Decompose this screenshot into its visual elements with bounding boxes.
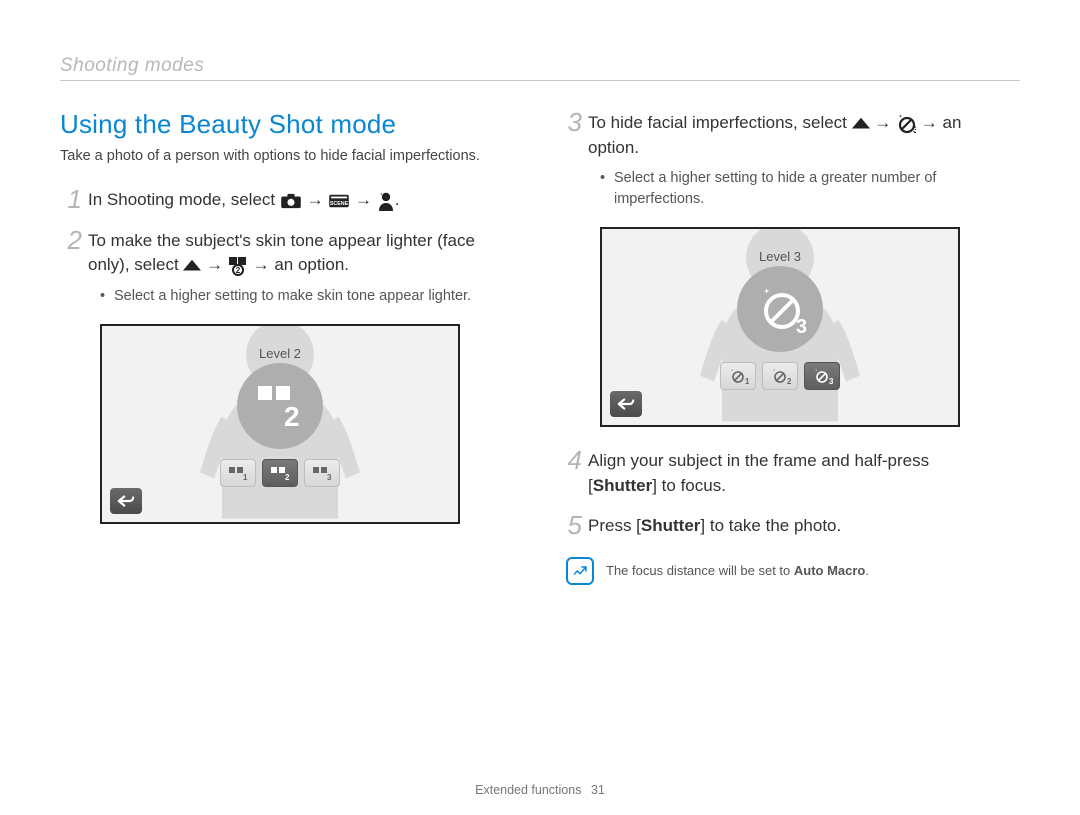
- step-number: 1: [60, 186, 82, 212]
- note-text: The focus distance will be set to Auto M…: [606, 563, 869, 578]
- page-number: 31: [591, 783, 605, 797]
- svg-text:SCENE: SCENE: [330, 201, 349, 207]
- level-label: Level 3: [700, 249, 860, 264]
- face-tone-level-2-chip[interactable]: 2: [262, 459, 298, 487]
- svg-text:2: 2: [787, 377, 791, 385]
- beauty-person-icon: [377, 191, 395, 211]
- step-number: 2: [60, 227, 82, 253]
- svg-text:1: 1: [243, 473, 248, 481]
- level-chip-strip: 1 2 3: [700, 362, 860, 390]
- face-tone-level-3-chip[interactable]: 3: [304, 459, 340, 487]
- step: 3To hide facial imperfections, select → …: [560, 109, 1000, 160]
- menu-up-icon: [852, 117, 870, 131]
- level-label: Level 2: [200, 346, 360, 361]
- info-note: The focus distance will be set to Auto M…: [560, 555, 1000, 587]
- screen-center: Level 2 2 1 2 3: [200, 346, 360, 487]
- step-number: 4: [560, 447, 582, 473]
- camera-screen-face-retouch: Level 3 3 1 2 3: [600, 227, 960, 427]
- svg-text:2: 2: [284, 401, 300, 432]
- camera-screen-face-tone: Level 2 2 1 2 3: [100, 324, 460, 524]
- step: 4Align your subject in the frame and hal…: [560, 447, 1000, 498]
- content-columns: Using the Beauty Shot mode Take a photo …: [60, 109, 1020, 587]
- step-bullets: Select a higher setting to make skin ton…: [100, 286, 500, 306]
- face-retouch-level-2-chip[interactable]: 2: [762, 362, 798, 390]
- left-column: Using the Beauty Shot mode Take a photo …: [60, 109, 500, 587]
- footer-section: Extended functions: [475, 783, 581, 797]
- bullet-item: Select a higher setting to hide a greate…: [600, 168, 1000, 209]
- step: 1In Shooting mode, select → SCENE → .: [60, 186, 500, 213]
- step-number: 5: [560, 512, 582, 538]
- step-body: To make the subject's skin tone appear l…: [88, 227, 500, 278]
- face-retouch-level-3-chip[interactable]: 3: [804, 362, 840, 390]
- steps-left: 1In Shooting mode, select → SCENE → .2To…: [60, 186, 500, 306]
- svg-text:2: 2: [285, 473, 290, 481]
- section-lead: Take a photo of a person with options to…: [60, 148, 500, 164]
- svg-text:1: 1: [745, 377, 749, 385]
- step-body: Press [Shutter] to take the photo.: [588, 512, 1000, 539]
- menu-up-icon: [183, 259, 201, 273]
- breadcrumb: Shooting modes: [60, 55, 1020, 77]
- face-tone-level-1-chip[interactable]: 1: [220, 459, 256, 487]
- step-number: 3: [560, 109, 582, 135]
- svg-text:3: 3: [796, 316, 807, 338]
- step-body: Align your subject in the frame and half…: [588, 447, 1000, 498]
- level-chip-strip: 1 2 3: [200, 459, 360, 487]
- svg-text:3: 3: [913, 125, 916, 134]
- right-column: 3To hide facial imperfections, select → …: [560, 109, 1000, 587]
- face-retouch-level-1-chip[interactable]: 1: [720, 362, 756, 390]
- steps-right-bottom: 4Align your subject in the frame and hal…: [560, 447, 1000, 539]
- svg-text:3: 3: [829, 377, 833, 385]
- screen-center: Level 3 3 1 2 3: [700, 249, 860, 390]
- note-icon: [566, 557, 594, 585]
- face-tone-icon: 2: [228, 256, 248, 276]
- manual-page: Shooting modes Using the Beauty Shot mod…: [0, 0, 1080, 815]
- step-body: To hide facial imperfections, select → 3…: [588, 109, 1000, 160]
- svg-text:2: 2: [236, 266, 241, 275]
- scene-icon: SCENE: [328, 193, 350, 209]
- level-big-icon: 3: [737, 266, 823, 352]
- back-button[interactable]: [110, 488, 142, 514]
- step: 2To make the subject's skin tone appear …: [60, 227, 500, 278]
- step-body: In Shooting mode, select → SCENE → .: [88, 186, 500, 213]
- steps-right-top: 3To hide facial imperfections, select → …: [560, 109, 1000, 209]
- step: 5Press [Shutter] to take the photo.: [560, 512, 1000, 539]
- level-big-icon: 2: [237, 363, 323, 449]
- svg-text:3: 3: [327, 473, 332, 481]
- bullet-item: Select a higher setting to make skin ton…: [100, 286, 500, 306]
- page-footer: Extended functions 31: [0, 783, 1080, 797]
- divider: [60, 80, 1020, 81]
- face-retouch-icon: 3: [896, 114, 916, 134]
- back-button[interactable]: [610, 391, 642, 417]
- step-bullets: Select a higher setting to hide a greate…: [600, 168, 1000, 209]
- section-heading: Using the Beauty Shot mode: [60, 109, 500, 140]
- camera-icon: [280, 193, 302, 209]
